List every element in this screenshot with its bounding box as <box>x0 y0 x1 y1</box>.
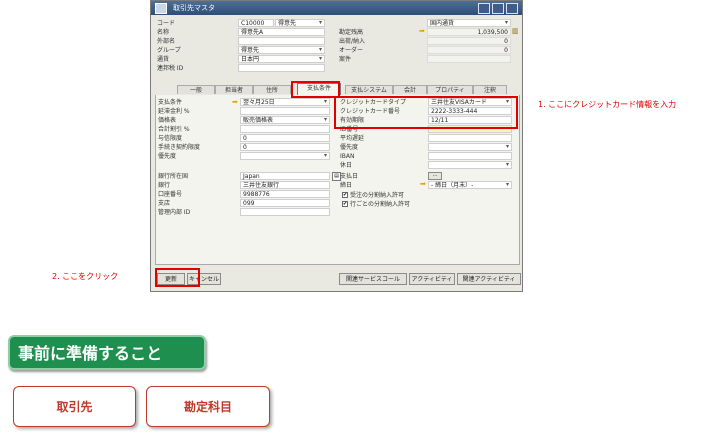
bank-country-field[interactable]: Japan <box>240 172 330 180</box>
foreign-name-label: 外部名 <box>157 38 176 45</box>
bank-country-label: 銀行所在国 <box>158 173 189 180</box>
link-arrow-icon[interactable]: ➡ <box>420 180 426 188</box>
activity-button[interactable]: アクティビティ <box>409 273 455 285</box>
chk-partial-line[interactable]: ✔ <box>342 201 348 207</box>
interest-field[interactable] <box>240 107 330 115</box>
local-currency-select[interactable]: 国内通貨 <box>427 19 511 27</box>
bank-field[interactable]: 三井住友銀行 <box>240 181 330 189</box>
price-list-select[interactable]: 販売価格表 <box>240 116 330 124</box>
credit-limit-label: 与信限度 <box>158 135 183 142</box>
avg-delay-field[interactable] <box>428 134 512 142</box>
tab-remarks[interactable]: 注釈 <box>473 85 507 94</box>
highlight-update-button <box>155 268 200 287</box>
opportunities-label: 案件 <box>339 56 352 63</box>
highlight-credit-card <box>334 96 518 129</box>
payment-terms-label: 支払条件 <box>158 99 183 106</box>
tab-contacts[interactable]: 担当者 <box>215 85 253 94</box>
foreign-name-field[interactable] <box>238 37 325 45</box>
step2-annotation: 2. ここをクリック <box>52 272 119 281</box>
pref-label: 優先度 <box>340 144 359 151</box>
link-arrow-icon[interactable]: ➡ <box>232 98 238 106</box>
chk-partial-order[interactable]: ✔ <box>342 192 348 198</box>
account-code-button[interactable]: 勘定科目 <box>146 386 270 427</box>
iban-label: IBAN <box>340 153 355 160</box>
pay-dates-label: 支払日 <box>340 173 359 180</box>
control-id-field[interactable] <box>240 208 330 216</box>
federal-tax-field[interactable] <box>238 64 325 72</box>
pay-dates-button[interactable]: ... <box>428 172 442 180</box>
holidays-select[interactable] <box>428 161 512 169</box>
branch-field[interactable]: 099 <box>240 199 330 207</box>
interest-label: 延滞金利 % <box>158 108 190 115</box>
credit-limit-field[interactable]: 0 <box>240 134 330 142</box>
group-select[interactable]: 得意先 <box>238 46 325 54</box>
chk-partial-line-label: 行ごとの分割納入許可 <box>350 201 410 208</box>
payment-terms-select[interactable]: 翌々月25日 <box>240 98 330 106</box>
currency-label: 通貨 <box>157 56 170 63</box>
orders-value: 0 <box>427 46 511 54</box>
discount-field[interactable] <box>240 125 330 133</box>
holidays-label: 休日 <box>340 162 353 169</box>
app-icon <box>155 2 167 14</box>
balance-label: 勘定残高 <box>339 29 364 36</box>
account-number-label: 口座番号 <box>158 191 183 198</box>
preparation-heading: 事前に準備すること <box>8 335 206 370</box>
pref-select[interactable] <box>428 143 512 151</box>
priority-label: 優先度 <box>158 153 177 160</box>
title-bar: 取引先マスタ <box>151 1 522 15</box>
account-number-field[interactable]: 9988776 <box>240 190 330 198</box>
tab-general[interactable]: 一般 <box>177 85 215 94</box>
opportunities-value <box>427 55 511 63</box>
group-label: グループ <box>157 47 181 54</box>
highlight-payment-tab <box>291 81 340 98</box>
currency-select[interactable]: 日本円 <box>238 55 325 63</box>
shipments-label: 出荷/納入 <box>339 38 366 45</box>
name-label: 名称 <box>157 29 170 36</box>
tab-properties[interactable]: プロパティ <box>427 85 473 94</box>
chk-partial-order-label: 受注の分割納入許可 <box>350 192 405 199</box>
code-label: コード <box>157 20 176 27</box>
priority-select[interactable] <box>240 152 330 160</box>
code-field[interactable]: C10000 <box>238 19 274 27</box>
closing-label: 締日 <box>340 182 353 189</box>
link-arrow-icon[interactable]: ➡ <box>419 27 425 35</box>
balance-value: 1,039,500 <box>427 28 511 36</box>
shipments-value: 0 <box>427 37 511 45</box>
chart-icon[interactable]: ▥ <box>512 27 519 35</box>
federal-tax-label: 連邦税 ID <box>157 65 184 72</box>
tab-payment-system[interactable]: 支払システム <box>345 85 393 94</box>
bank-label: 銀行 <box>158 182 171 189</box>
code-type-select[interactable]: 得意先 <box>275 19 325 27</box>
close-icon[interactable] <box>506 2 518 14</box>
service-call-button[interactable]: 関連サービスコール <box>339 273 407 285</box>
branch-label: 支店 <box>158 200 171 207</box>
tab-addresses[interactable]: 住所 <box>253 85 291 94</box>
maximize-icon[interactable] <box>492 2 504 14</box>
discount-label: 合計割引 % <box>158 126 190 133</box>
business-partner-window: 取引先マスタ コード C10000 得意先 名称 得意先A 外部名 グループ 得… <box>150 0 523 292</box>
business-partner-button[interactable]: 取引先 <box>13 386 136 427</box>
window-title: 取引先マスタ <box>173 4 215 12</box>
minimize-icon[interactable] <box>478 2 490 14</box>
tab-accounting[interactable]: 会計 <box>393 85 427 94</box>
commitment-field[interactable]: 0 <box>240 143 330 151</box>
step1-annotation: 1. ここにクレジットカード情報を入力 <box>538 100 677 109</box>
price-list-label: 価格表 <box>158 117 177 124</box>
name-field[interactable]: 得意先A <box>238 28 325 36</box>
avg-delay-label: 平均遅延 <box>340 135 365 142</box>
iban-field[interactable] <box>428 152 512 160</box>
control-id-label: 管理内部 ID <box>158 209 191 216</box>
related-activity-button[interactable]: 関連アクティビティ <box>457 273 521 285</box>
orders-label: オーダー <box>339 47 364 54</box>
commitment-label: 手続き契約限度 <box>158 144 201 151</box>
closing-select[interactable]: - 締日（月末）- <box>428 181 512 189</box>
